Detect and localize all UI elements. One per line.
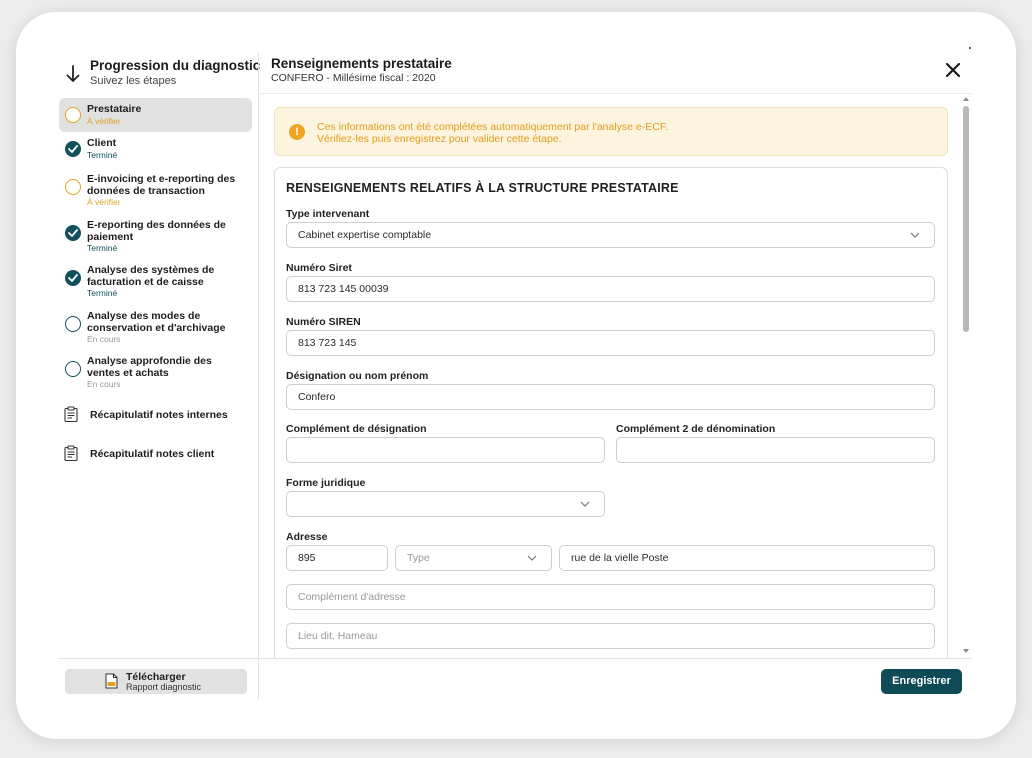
check-circle-icon [65, 141, 81, 157]
pdf-file-icon [105, 673, 118, 689]
step-item[interactable]: E-invoicing et e-reporting des données de… [59, 168, 252, 212]
recap-item[interactable]: Récapitulatif notes internes [64, 404, 254, 426]
circle-icon [65, 107, 81, 123]
warning-icon: ! [289, 124, 305, 140]
step-status: En cours [87, 334, 121, 344]
complement2-denomination-field[interactable] [616, 437, 935, 463]
siren-field[interactable]: 813 723 145 [286, 330, 935, 356]
step-label-line: ventes et achats [87, 366, 169, 379]
adresse-numero-field[interactable]: 895 [286, 545, 388, 571]
step-item[interactable]: E-reporting des données de paiement Termin… [59, 214, 252, 258]
step-status: À vérifier [87, 197, 121, 207]
step-item[interactable]: Prestataire À vérifier [59, 98, 252, 132]
adresse-type-placeholder: Type [407, 552, 430, 564]
designation-field[interactable]: Confero [286, 384, 935, 410]
siret-value: 813 723 145 00039 [298, 283, 389, 295]
step-label: Analyse des modes de conservation et d'ar… [87, 310, 247, 334]
complement-adresse-placeholder: Complément d'adresse [298, 591, 406, 603]
step-status: En cours [87, 379, 121, 389]
circle-icon [65, 179, 81, 195]
step-status: À vérifier [87, 115, 121, 126]
type-intervenant-value: Cabinet expertise comptable [298, 229, 432, 241]
recap-label: Récapitulatif notes internes [90, 409, 228, 421]
step-item[interactable]: Analyse des modes de conservation et d'ar… [59, 305, 252, 349]
page-title: Renseignements prestataire [271, 56, 452, 71]
alert-text-line-2: Vérifiez-les puis enregistrez pour valid… [317, 133, 562, 145]
forme-juridique-select[interactable] [286, 491, 605, 517]
step-status: Terminé [87, 288, 118, 298]
adresse-numero-value: 895 [298, 552, 316, 564]
step-label-line: E-reporting des données de [87, 219, 226, 231]
step-label-line: Analyse des systèmes de [87, 264, 215, 276]
step-label-line: données de transaction [87, 184, 205, 197]
complement-designation-field[interactable] [286, 437, 605, 463]
siret-field[interactable]: 813 723 145 00039 [286, 276, 935, 302]
arrow-down-icon [66, 65, 80, 82]
siret-label: Numéro Siret [286, 262, 352, 274]
clipboard-icon [64, 445, 78, 461]
complement2-denomination-label: Complément 2 de dénomination [616, 423, 776, 435]
siren-value: 813 723 145 [298, 337, 357, 349]
footer-bar [259, 658, 972, 702]
check-circle-icon [65, 225, 81, 241]
step-item[interactable]: Client Terminé [59, 132, 252, 166]
step-label-line: conservation et d'archivage [87, 321, 226, 334]
designation-label: Désignation ou nom prénom [286, 370, 429, 382]
complement-designation-label: Complément de désignation [286, 423, 427, 435]
save-button[interactable]: Enregistrer [881, 669, 962, 694]
step-label: E-invoicing et e-reporting des données de… [87, 173, 247, 197]
recap-label: Récapitulatif notes client [90, 448, 215, 460]
step-label: E-reporting des données de paiement [87, 219, 247, 243]
recap-item[interactable]: Récapitulatif notes client [64, 443, 254, 465]
check-circle-icon [65, 270, 81, 286]
sidebar-title: Progression du diagnostic [90, 58, 261, 73]
complement-adresse-field[interactable]: Complément d'adresse [286, 584, 935, 610]
step-label: Prestataire [87, 103, 247, 116]
lieu-dit-field[interactable]: Lieu dit, Hameau [286, 623, 935, 649]
diagnostic-sidebar: Progression du diagnostic Suivez les éta… [58, 52, 261, 702]
siren-label: Numéro SIREN [286, 316, 361, 328]
download-sublabel: Rapport diagnostic [126, 682, 202, 692]
download-report-button[interactable]: Télécharger Rapport diagnostic [65, 669, 247, 694]
info-alert: ! Ces informations ont été complétées au… [274, 107, 948, 156]
chevron-down-icon [580, 501, 590, 507]
page-subtitle: CONFERO - Millésime fiscal : 2020 [271, 72, 436, 84]
corner-dot [969, 47, 971, 49]
adresse-voie-value: rue de la vielle Poste [571, 552, 669, 564]
step-label: Analyse des systèmes de facturation et de… [87, 264, 247, 288]
circle-icon [65, 316, 81, 332]
section-title: RENSEIGNEMENTS RELATIFS À LA STRUCTURE P… [286, 181, 679, 195]
forme-juridique-label: Forme juridique [286, 477, 366, 489]
adresse-voie-field[interactable]: rue de la vielle Poste [559, 545, 935, 571]
alert-text-line-1: Ces informations ont été complétées auto… [317, 121, 669, 133]
step-label-line: paiement [87, 230, 134, 243]
circle-icon [65, 361, 81, 377]
adresse-label: Adresse [286, 531, 328, 543]
step-status: Terminé [87, 149, 118, 160]
step-label: Client [87, 137, 247, 150]
adresse-type-select[interactable]: Type [395, 545, 552, 571]
step-item[interactable]: Analyse approfondie des ventes et achats E… [59, 350, 252, 394]
step-item[interactable]: Analyse des systèmes de facturation et de… [59, 259, 252, 303]
step-label-line: E-invoicing et e-reporting des [87, 173, 236, 185]
sidebar-header: Progression du diagnostic Suivez les éta… [58, 56, 261, 90]
step-status: Terminé [87, 243, 118, 253]
type-intervenant-select[interactable]: Cabinet expertise comptable [286, 222, 935, 248]
clipboard-icon [64, 406, 78, 422]
type-intervenant-label: Type intervenant [286, 208, 370, 220]
step-label: Analyse approfondie des ventes et achats [87, 355, 247, 379]
designation-value: Confero [298, 391, 336, 403]
chevron-down-icon [527, 555, 537, 561]
footer-divider [58, 658, 972, 659]
footer-vertical-divider [258, 659, 259, 700]
chevron-down-icon [910, 232, 920, 238]
lieu-dit-placeholder: Lieu dit, Hameau [298, 630, 378, 642]
step-label-line: Client [87, 137, 117, 149]
close-icon[interactable] [944, 61, 962, 79]
step-label-line: Analyse approfondie des [87, 355, 212, 367]
step-label-line: Analyse des modes de [87, 310, 201, 322]
sidebar-subtitle: Suivez les étapes [90, 75, 177, 87]
step-label-line: facturation et de caisse [87, 275, 204, 288]
step-label-line: Prestataire [87, 103, 142, 115]
